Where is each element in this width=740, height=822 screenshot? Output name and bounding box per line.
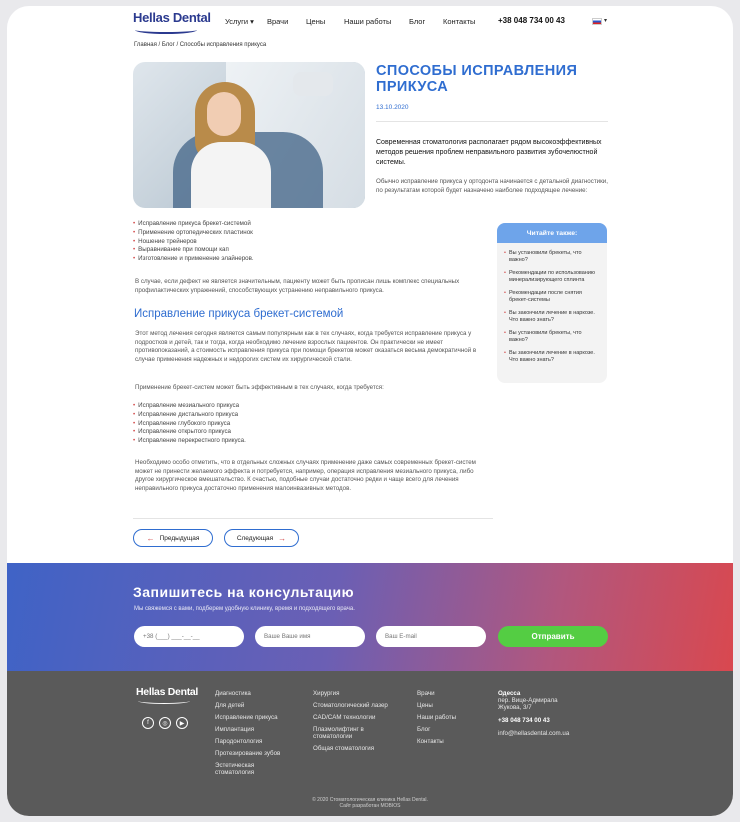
article-paragraph: Необходимо особо отметить, что в отдельн… xyxy=(135,459,476,492)
related-title: Читайте также: xyxy=(497,223,607,243)
youtube-icon[interactable]: ▶ xyxy=(176,717,188,729)
developer-credit[interactable]: Сайт разработан MOBIOS xyxy=(7,803,733,809)
footer-address: пер. Вице-Адмирала Жукова, 3/7 xyxy=(498,697,558,711)
divider xyxy=(376,121,608,122)
copyright: © 2020 Стоматологическая клиника Hellas … xyxy=(7,797,733,809)
article-paragraph: Этот метод лечения сегодня является самы… xyxy=(135,330,477,363)
page-frame: Hellas Dental Услуги ▾ Врачи Цены Наши р… xyxy=(7,6,733,816)
footer-link[interactable]: Протезирование зубов xyxy=(215,750,285,758)
related-link[interactable]: Вы закончили лечение в наркозе. Что важн… xyxy=(504,310,601,323)
instagram-icon[interactable]: ◎ xyxy=(159,717,171,729)
related-articles: Читайте также: Вы установили брекеты, чт… xyxy=(497,223,607,383)
header-phone[interactable]: +38 048 734 00 43 xyxy=(498,16,565,25)
next-button[interactable]: Следующая → xyxy=(224,529,299,547)
list-item: Исправление глубокого прикуса xyxy=(133,420,246,429)
site-footer: Hellas Dental f ◎ ▶ Диагностика Для дете… xyxy=(7,671,733,816)
footer-link[interactable]: Наши работы xyxy=(417,714,477,722)
chevron-down-icon[interactable]: ▾ xyxy=(604,17,607,24)
list-item: Применение ортопедических пластинок xyxy=(133,229,254,238)
language-flag-icon[interactable] xyxy=(592,18,602,25)
list-item: Исправление открытого прикуса xyxy=(133,428,246,437)
list-item: Исправление дистального прикуса xyxy=(133,411,246,420)
article-lead: Современная стоматология располагает ряд… xyxy=(376,139,602,166)
related-link[interactable]: Вы установили брекеты, что важно? xyxy=(504,330,601,343)
article-image xyxy=(133,62,365,208)
site-header: Hellas Dental Услуги ▾ Врачи Цены Наши р… xyxy=(7,6,733,42)
nav-services[interactable]: Услуги ▾ xyxy=(225,17,254,26)
footer-link[interactable]: Блог xyxy=(417,726,477,734)
article-date: 13.10.2020 xyxy=(376,104,409,111)
footer-nav-col: Врачи Цены Наши работы Блог Контакты xyxy=(417,690,477,751)
footer-link[interactable]: Цены xyxy=(417,702,477,710)
article-intro: Обычно исправление прикуса у ортодонта н… xyxy=(376,178,608,194)
footer-link[interactable]: Стоматологический лазер xyxy=(313,702,389,710)
consultation-title: Запишитесь на консультацию xyxy=(133,584,355,600)
footer-link[interactable]: Диагностика xyxy=(215,690,285,698)
list-item: Изготовление и применение элайнеров. xyxy=(133,255,253,264)
footer-services-col1: Диагностика Для детей Исправление прикус… xyxy=(215,690,285,782)
facebook-icon[interactable]: f xyxy=(142,717,154,729)
related-link[interactable]: Вы закончили лечение в наркозе. Что важн… xyxy=(504,350,601,363)
footer-email[interactable]: info@hellasdental.com.ua xyxy=(498,730,576,737)
divider xyxy=(133,518,493,519)
nav-works[interactable]: Наши работы xyxy=(344,17,391,26)
footer-link[interactable]: Имплантация xyxy=(215,726,285,734)
related-link[interactable]: Вы установили брекеты, что важно? xyxy=(504,250,601,263)
list-item: Выравнивание при помощи кап xyxy=(133,246,254,255)
cases-list: Исправление мезиального прикуса Исправле… xyxy=(133,402,246,446)
nav-doctors[interactable]: Врачи xyxy=(267,17,288,26)
footer-link[interactable]: Хирургия xyxy=(313,690,389,698)
nav-contacts[interactable]: Контакты xyxy=(443,17,475,26)
footer-services-col2: Хирургия Стоматологический лазер CAD/CAM… xyxy=(313,690,389,758)
section-heading: Исправление прикуса брекет-системой xyxy=(134,308,344,320)
article-title: СПОСОБЫ ИСПРАВЛЕНИЯ ПРИКУСА xyxy=(376,63,578,95)
footer-logo[interactable]: Hellas Dental xyxy=(136,686,198,698)
footer-link[interactable]: CAD/CAM технологии xyxy=(313,714,389,722)
name-input[interactable] xyxy=(255,626,365,647)
list-item: Исправление перекрестного прикуса. xyxy=(133,437,246,446)
footer-link[interactable]: Контакты xyxy=(417,738,477,746)
footer-link[interactable]: Для детей xyxy=(215,702,285,710)
article-paragraph: В случае, если дефект не является значит… xyxy=(135,278,460,294)
submit-button[interactable]: Отправить xyxy=(498,626,608,647)
footer-link[interactable]: Пародонтология xyxy=(215,738,285,746)
footer-city: Одесса xyxy=(498,690,521,697)
footer-link[interactable]: Исправление прикуса xyxy=(215,714,285,722)
footer-link[interactable]: Плазмолифтинг в стоматологии xyxy=(313,726,389,740)
footer-link[interactable]: Врачи xyxy=(417,690,477,698)
list-item: Исправление мезиального прикуса xyxy=(133,402,246,411)
logo-swoosh xyxy=(138,698,190,704)
email-input[interactable] xyxy=(376,626,486,647)
logo-swoosh xyxy=(135,26,197,34)
related-link[interactable]: Рекомендации после снятия брекет-системы xyxy=(504,290,601,303)
consultation-section: Запишитесь на консультацию Мы свяжемся с… xyxy=(7,563,733,671)
logo[interactable]: Hellas Dental xyxy=(133,10,211,25)
arrow-right-icon: → xyxy=(278,533,287,543)
list-item: Ношение трейнеров xyxy=(133,238,254,247)
arrow-left-icon: ← xyxy=(146,533,155,543)
next-label: Следующая xyxy=(236,534,274,542)
prev-label: Предыдущая xyxy=(159,534,200,542)
footer-contacts: Одесса пер. Вице-Адмирала Жукова, 3/7 +3… xyxy=(498,690,576,737)
article-paragraph: Применение брекет-систем может быть эффе… xyxy=(135,384,384,391)
breadcrumb[interactable]: Главная / Блог / Способы исправления при… xyxy=(134,42,266,48)
consultation-subtitle: Мы свяжемся с вами, подберем удобную кли… xyxy=(134,606,355,612)
related-link[interactable]: Рекомендации по использованию минерализи… xyxy=(504,270,601,283)
phone-input[interactable] xyxy=(134,626,244,647)
footer-phone[interactable]: +38 048 734 00 43 xyxy=(498,717,576,724)
nav-prices[interactable]: Цены xyxy=(306,17,325,26)
list-item: Исправление прикуса брекет-системой xyxy=(133,220,254,229)
nav-blog[interactable]: Блог xyxy=(409,17,425,26)
methods-list: Исправление прикуса брекет-системой Прим… xyxy=(133,220,254,264)
footer-link[interactable]: Эстетическая стоматология xyxy=(215,762,285,776)
footer-link[interactable]: Общая стоматология xyxy=(313,745,389,753)
prev-button[interactable]: ← Предыдущая xyxy=(133,529,213,547)
